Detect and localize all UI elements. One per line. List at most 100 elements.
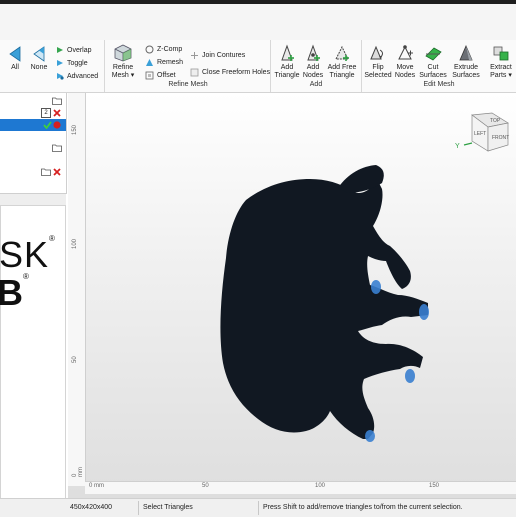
logo-line2: B: [0, 272, 23, 313]
list-item-selected[interactable]: [0, 119, 66, 131]
delete-icon[interactable]: [53, 168, 61, 176]
logo-line1: SK: [0, 234, 50, 275]
add-group-label: Add: [309, 81, 323, 88]
cut-surfaces-label: Cut Surfaces: [419, 64, 447, 79]
join-icon: [191, 51, 198, 59]
list-item[interactable]: [0, 142, 66, 154]
logo-text-line1: SK®: [0, 234, 56, 276]
navcube-top-label: TOP: [490, 118, 501, 124]
registered-mark: ®: [49, 234, 56, 243]
horizontal-ruler: 0 mm 50 100 150: [85, 481, 516, 494]
status-mode: Select Triangles: [143, 504, 193, 511]
add-triangle-button[interactable]: Add Triangle: [274, 44, 300, 80]
check-icon[interactable]: [43, 121, 52, 129]
cut-surfaces-button[interactable]: Cut Surfaces: [419, 44, 447, 80]
delete-icon[interactable]: [53, 121, 61, 129]
extract-parts-label: Extract Parts ▾: [490, 64, 512, 79]
refine-mesh-group-label: Refine Mesh: [168, 81, 208, 88]
hruler-label: 0 mm: [89, 483, 104, 489]
offset-button[interactable]: Offset: [145, 69, 176, 81]
logo-text-line2: B®: [0, 272, 29, 314]
advanced-label: Advanced: [67, 72, 99, 80]
list-item[interactable]: 2: [0, 107, 66, 119]
close-freeform-label: Close Freeform Holes: [202, 68, 271, 76]
add-triangle-label: Add Triangle: [274, 64, 300, 79]
list-item[interactable]: [0, 95, 66, 107]
group-separator: [104, 40, 105, 92]
overlap-label: Overlap: [67, 46, 92, 54]
cube-mesh-icon: [114, 44, 132, 62]
axis-y-label: Y: [455, 143, 460, 150]
zcomp-label: Z-Comp: [157, 45, 183, 53]
add-free-triangle-label: Add Free Triangle: [327, 64, 357, 79]
select-toggle-button[interactable]: Toggle: [56, 57, 88, 69]
edit-mesh-group-label: Edit Mesh: [423, 81, 455, 88]
extract-parts-icon: [493, 46, 509, 61]
select-advanced-button[interactable]: Advanced: [56, 70, 98, 82]
folder-open-icon[interactable]: [41, 168, 51, 176]
refine-mesh-label: Refine Mesh ▾: [111, 64, 135, 79]
offset-icon: [145, 71, 154, 79]
remesh-button[interactable]: Remesh: [145, 56, 183, 68]
zcomp-icon: [145, 45, 154, 53]
select-none-label: None: [30, 64, 48, 71]
offset-label: Offset: [157, 71, 176, 79]
delete-icon[interactable]: [53, 109, 61, 117]
overlap-icon: [57, 47, 63, 53]
flip-selected-button[interactable]: Flip Selected: [364, 44, 392, 80]
remesh-icon: [146, 58, 153, 66]
select-none-button[interactable]: None: [28, 46, 50, 72]
select-all-button[interactable]: All: [6, 46, 24, 72]
add-free-triangle-icon: [335, 45, 349, 61]
close-freeform-holes-button[interactable]: Close Freeform Holes: [190, 66, 270, 78]
status-divider: [138, 501, 139, 515]
extrude-surfaces-button[interactable]: Extrude Surfaces: [450, 44, 482, 80]
move-nodes-button[interactable]: Move Nodes: [392, 44, 418, 80]
select-none-icon: [33, 46, 45, 62]
move-nodes-label: Move Nodes: [394, 64, 416, 79]
extrude-surfaces-icon: [459, 44, 473, 61]
axis-line: [463, 142, 473, 146]
status-left-filler: [0, 498, 68, 517]
folder-icon[interactable]: [52, 144, 62, 152]
status-bar: 450x420x400 Select Triangles Press Shift…: [68, 498, 516, 517]
flip-icon: [370, 45, 383, 60]
group-separator: [270, 40, 271, 92]
list-item[interactable]: [0, 166, 66, 178]
join-contours-label: Join Contures: [202, 51, 246, 59]
navcube-left-label: LEFT: [474, 131, 486, 137]
navcube-right-label: FRONT: [492, 135, 509, 141]
ribbon: All None Overlap Toggle Advanced Refine …: [0, 40, 516, 93]
hruler-label: 100: [315, 483, 326, 489]
add-nodes-label: Add Nodes: [302, 64, 324, 79]
refine-mesh-button[interactable]: Refine Mesh ▾: [110, 44, 136, 80]
tab-strip: [0, 4, 516, 41]
count-badge: 2: [41, 108, 51, 118]
add-nodes-icon: [307, 44, 320, 61]
add-triangle-icon: [281, 44, 294, 61]
hruler-label: 50: [202, 483, 209, 489]
select-all-icon: [9, 46, 21, 62]
zcomp-button[interactable]: Z-Comp: [145, 43, 182, 55]
status-divider: [258, 501, 259, 515]
parts-list: 2: [0, 93, 67, 194]
extract-parts-button[interactable]: Extract Parts ▾: [486, 44, 516, 80]
add-free-triangle-button[interactable]: Add Free Triangle: [326, 44, 358, 80]
mesh-model[interactable]: [68, 93, 516, 486]
hruler-label: 150: [429, 483, 440, 489]
close-holes-icon: [190, 68, 199, 76]
3d-viewport[interactable]: 150 100 50 0 mm TOP LEFT FRONT Y 0 mm 50…: [68, 93, 516, 498]
cut-surfaces-icon: [425, 47, 442, 61]
flip-selected-label: Flip Selected: [364, 64, 392, 79]
status-hint: Press Shift to add/remove triangles to/f…: [263, 504, 463, 511]
toggle-icon: [57, 60, 63, 66]
folder-icon[interactable]: [52, 97, 62, 105]
navigation-cube[interactable]: TOP LEFT FRONT Y: [452, 111, 512, 169]
left-panel: 2 SK® B®: [0, 93, 67, 500]
advanced-icon: [57, 73, 64, 80]
select-overlap-button[interactable]: Overlap: [56, 44, 92, 56]
join-contours-button[interactable]: Join Contures: [190, 49, 245, 61]
add-nodes-button[interactable]: Add Nodes: [300, 44, 326, 80]
registered-mark: ®: [23, 272, 29, 281]
toggle-label: Toggle: [67, 59, 88, 67]
